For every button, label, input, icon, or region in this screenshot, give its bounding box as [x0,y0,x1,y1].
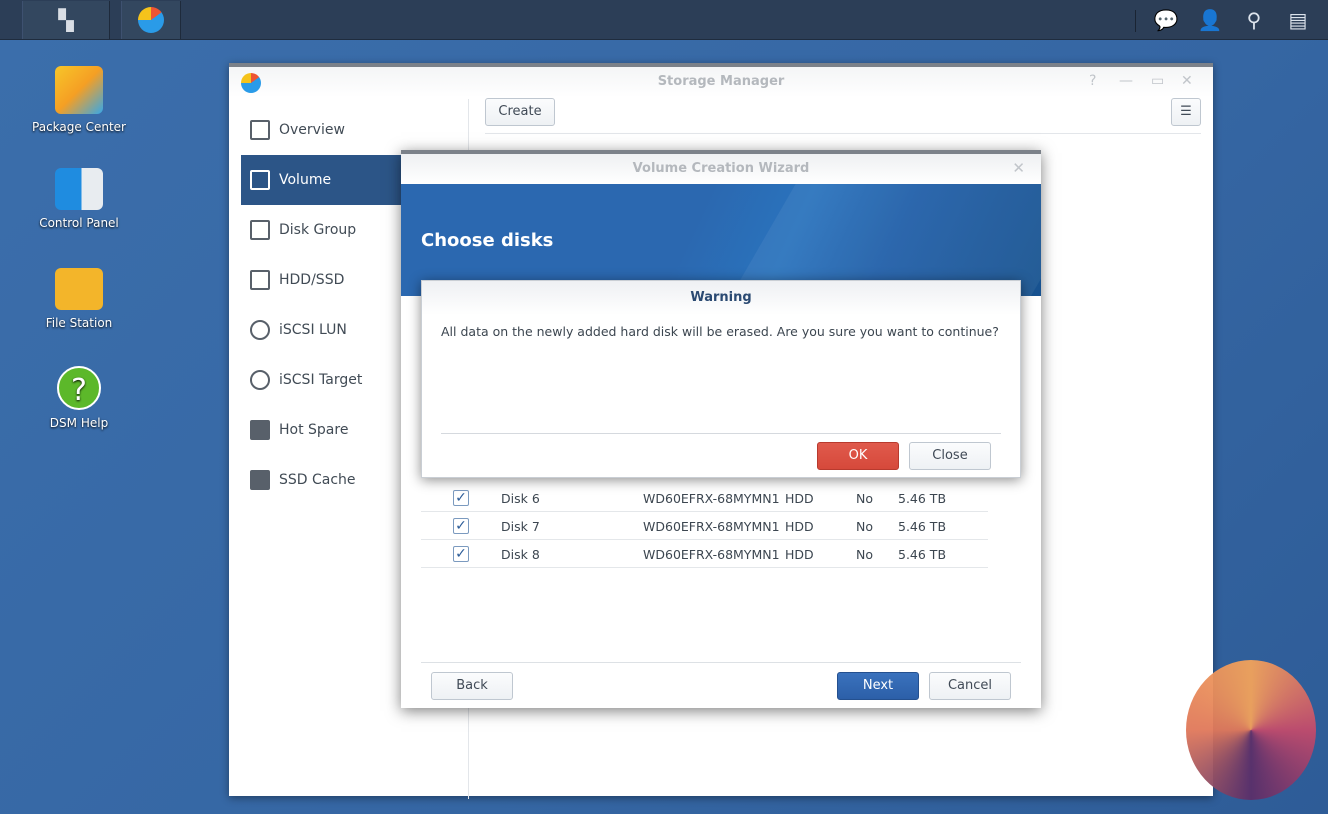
file-station-icon [55,268,103,310]
icon-label: DSM Help [49,416,109,430]
warning-title: Warning [422,281,1020,315]
package-center-icon [55,66,103,114]
widgets-icon[interactable]: ▤ [1285,8,1311,32]
disk-group-icon [250,220,270,240]
disk-flag: No [856,547,873,562]
plus-icon [250,420,270,440]
user-icon[interactable]: 👤 [1197,8,1223,32]
disk-checkbox[interactable]: ✓ [453,518,469,534]
back-button[interactable]: Back [431,672,513,700]
disk-flag: No [856,519,873,534]
minimize-icon[interactable]: — [1119,73,1133,89]
main-menu-button[interactable]: ▚ [22,1,110,39]
disk-type: HDD [785,491,814,506]
disk-type: HDD [785,547,814,562]
app-icon [241,73,261,93]
disk-name: Disk 6 [501,491,540,506]
chat-icon[interactable]: 💬 [1153,8,1179,32]
help-icon: ? [57,366,101,410]
maximize-icon[interactable]: ▭ [1151,73,1164,89]
disk-row[interactable]: ✓ Disk 7 WD60EFRX-68MYMN1 HDD No 5.46 TB [421,512,988,540]
disk-name: Disk 8 [501,547,540,562]
wizard-heading: Choose disks [421,230,554,251]
label: Volume [279,172,332,188]
desktop-icon-package-center[interactable]: Package Center [24,66,134,134]
disk-row[interactable]: ✓ Disk 6 WD60EFRX-68MYMN1 HDD No 5.46 TB [421,484,988,512]
sort-icon[interactable]: ☰ [1171,98,1201,126]
label: Hot Spare [279,422,349,438]
disk-flag: No [856,491,873,506]
warning-dialog: Warning All data on the newly added hard… [421,280,1021,478]
window-title: Storage Manager [229,67,1213,97]
close-icon[interactable]: ✕ [1181,73,1193,89]
hdd-icon [250,270,270,290]
disk-name: Disk 7 [501,519,540,534]
disk-model: WD60EFRX-68MYMN1 [643,547,780,562]
close-button[interactable]: Close [909,442,991,470]
label: SSD Cache [279,472,356,488]
grid-icon: ▚ [58,8,74,32]
warning-message: All data on the newly added hard disk wi… [441,324,999,339]
taskbar: ▚ 💬 👤 ⚲ ▤ [0,0,1328,40]
create-button[interactable]: Create [485,98,555,126]
lightning-icon [250,470,270,490]
cancel-button[interactable]: Cancel [929,672,1011,700]
disk-model: WD60EFRX-68MYMN1 [643,519,780,534]
desktop-icon-control-panel[interactable]: Control Panel [24,168,134,230]
next-button[interactable]: Next [837,672,919,700]
disk-model: WD60EFRX-68MYMN1 [643,491,780,506]
overview-icon [250,120,270,140]
ok-button[interactable]: OK [817,442,899,470]
cubes-icon [250,170,270,190]
disk-checkbox[interactable]: ✓ [453,490,469,506]
sidebar-item-overview[interactable]: Overview [241,105,468,155]
disk-size: 5.46 TB [898,519,947,534]
disk-size: 5.46 TB [898,491,947,506]
control-panel-icon [55,168,103,210]
globe-icon [250,370,270,390]
help-icon[interactable]: ? [1089,73,1096,89]
icon-label: Control Panel [39,216,119,230]
storage-manager-icon [138,7,164,33]
storage-manager-taskbar-button[interactable] [121,1,181,39]
watermark-logo [1186,660,1316,800]
search-icon[interactable]: ⚲ [1241,8,1267,32]
label: Overview [279,122,345,138]
close-icon[interactable]: ✕ [1012,159,1025,177]
desktop-icon-file-station[interactable]: File Station [24,268,134,330]
disk-checkbox[interactable]: ✓ [453,546,469,562]
label: iSCSI Target [279,372,363,388]
label: iSCSI LUN [279,322,347,338]
disk-type: HDD [785,519,814,534]
icon-label: File Station [45,316,113,330]
wizard-title: Volume Creation Wizard [401,154,1041,184]
icon-label: Package Center [32,120,126,134]
label: Disk Group [279,222,357,238]
disk-row[interactable]: ✓ Disk 8 WD60EFRX-68MYMN1 HDD No 5.46 TB [421,540,988,568]
desktop-icon-dsm-help[interactable]: ? DSM Help [24,366,134,430]
disk-size: 5.46 TB [898,547,947,562]
database-icon [250,320,270,340]
label: HDD/SSD [279,272,345,288]
